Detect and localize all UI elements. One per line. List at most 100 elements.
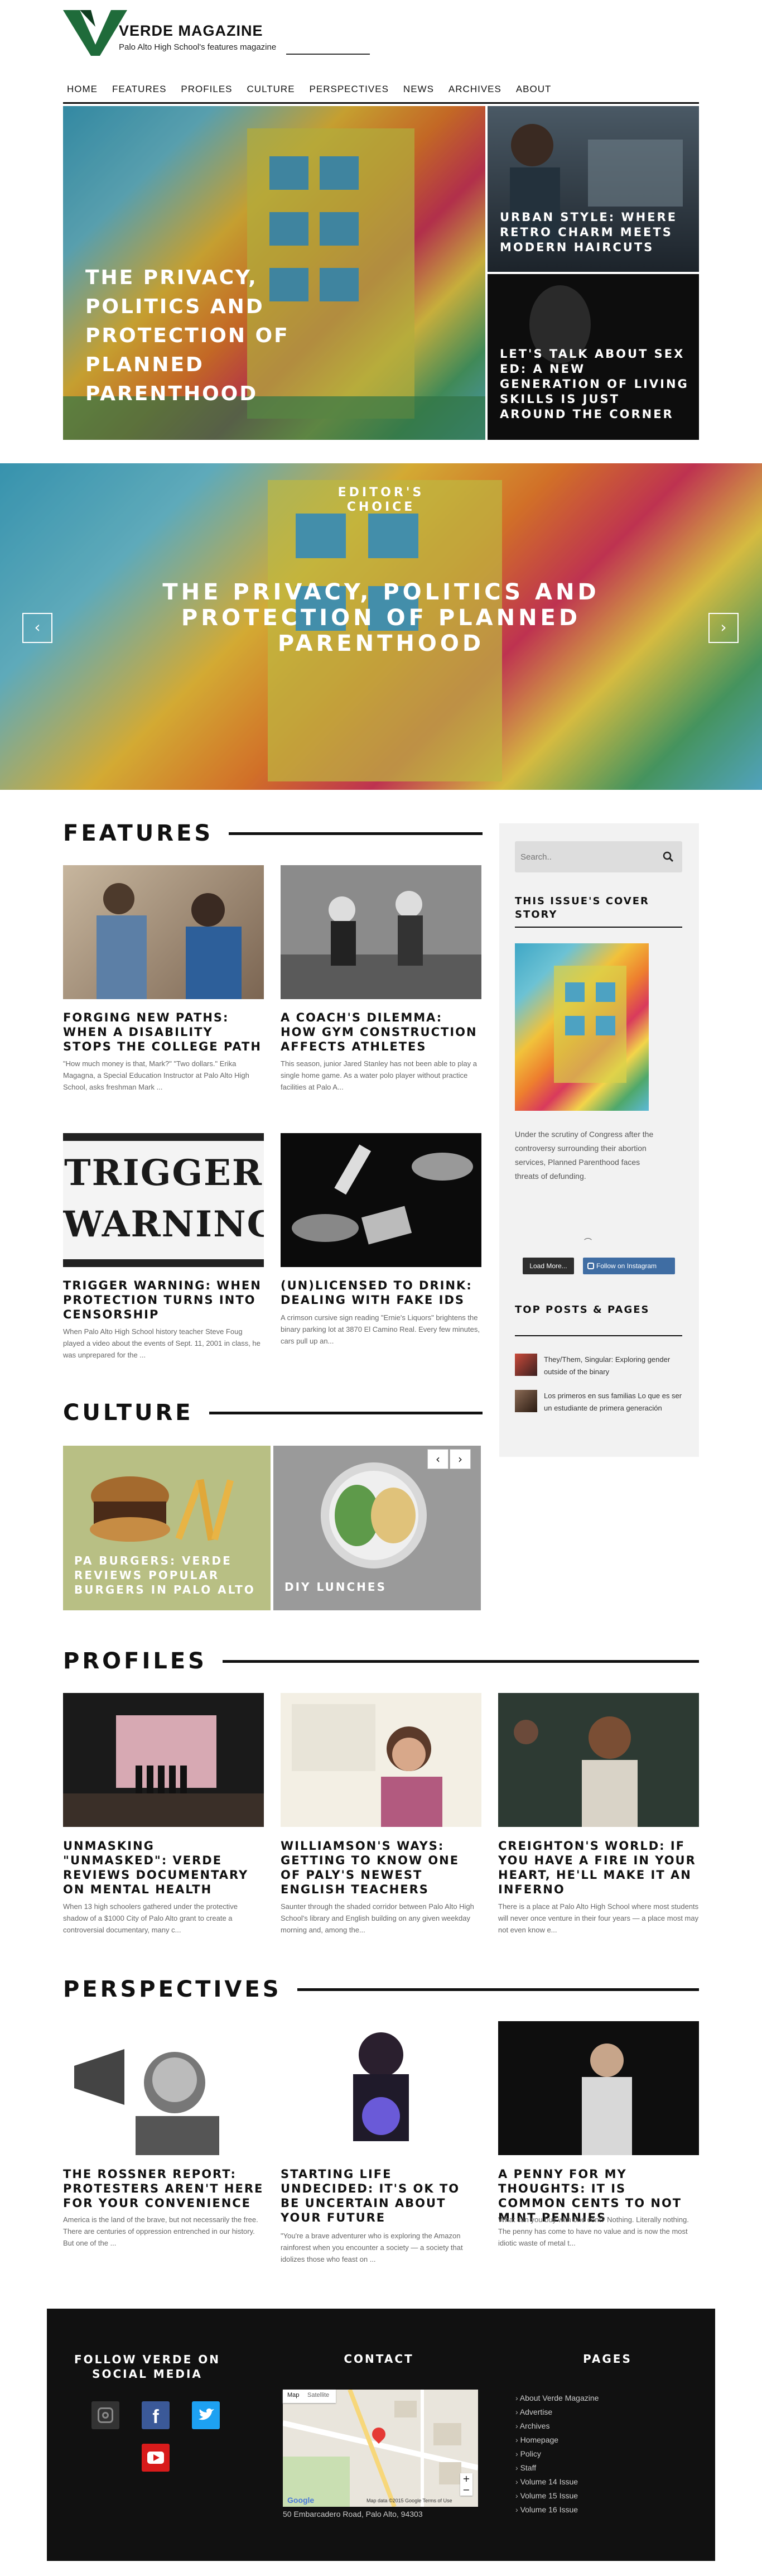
profile-title-2[interactable]: WILLIAMSON'S WAYS: GETTING TO KNOW ONE O… — [281, 1839, 481, 1897]
footer-page-link[interactable]: Archives — [515, 2419, 660, 2433]
hero-main-title[interactable]: THE PRIVACY, POLITICS AND PROTECTION OF … — [85, 263, 320, 409]
perspective-excerpt-1: America is the land of the brave, but no… — [63, 2215, 258, 2247]
culture-card-1[interactable]: PA BURGERS: VERDE REVIEWS POPULAR BURGER… — [63, 1446, 271, 1610]
search-input[interactable] — [520, 847, 654, 867]
top-post-link-1[interactable]: They/Them, Singular: Exploring gender ou… — [544, 1354, 683, 1378]
cover-image[interactable] — [515, 943, 649, 1111]
culture-title-1[interactable]: PA BURGERS: VERDE REVIEWS POPULAR BURGER… — [74, 1553, 264, 1597]
football-image — [281, 891, 481, 999]
map-zoom-control[interactable]: + − — [460, 2473, 472, 2496]
top-post-thumb-1[interactable] — [515, 1354, 537, 1376]
map-canvas — [283, 2390, 478, 2507]
culture-heading: CULTURE — [63, 1400, 483, 1426]
top-post-link-2[interactable]: Los primeros en sus familias Lo que es s… — [544, 1390, 683, 1414]
footer-page-link[interactable]: Homepage — [515, 2433, 660, 2447]
feature-excerpt-3: When Palo Alto High School history teach… — [63, 1327, 261, 1359]
hero-side-card-2[interactable]: LET'S TALK ABOUT SEX ED: A NEW GENERATIO… — [488, 274, 699, 440]
instagram-icon[interactable] — [91, 2401, 119, 2429]
footer-page-link[interactable]: Staff — [515, 2461, 660, 2475]
verde-logo[interactable] — [63, 10, 127, 56]
trigger-word-2: WARNING — [63, 1203, 264, 1245]
perspective-title-2[interactable]: STARTING LIFE UNDECIDED: IT'S OK TO BE U… — [281, 2167, 481, 2225]
nav-culture[interactable]: CULTURE — [247, 84, 295, 95]
culture-next-icon[interactable]: › — [450, 1449, 471, 1469]
profile-title-1[interactable]: UNMASKING "UNMASKED": VERDE REVIEWS DOCU… — [63, 1839, 264, 1897]
culture-title-2[interactable]: DIY LUNCHES — [284, 1580, 474, 1594]
feature-excerpt-1: "How much money is that, Mark?" "Two dol… — [63, 1059, 249, 1091]
nav-archives[interactable]: ARCHIVES — [448, 84, 501, 95]
twitter-icon[interactable] — [192, 2401, 220, 2429]
top-posts-heading: TOP POSTS & PAGES — [515, 1304, 650, 1316]
profiles-heading: PROFILES — [63, 1648, 699, 1674]
feature-excerpt-4: A crimson cursive sign reading "Ernie's … — [281, 1313, 480, 1345]
feature-title-2[interactable]: A COACH'S DILEMMA: HOW GYM CONSTRUCTION … — [281, 1010, 481, 1054]
trigger-word-1: TRIGGER — [64, 1152, 263, 1194]
footer-follow-heading: FOLLOW VERDE ON SOCIAL MEDIA — [74, 2353, 220, 2381]
follow-instagram-label: Follow on Instagram — [596, 1262, 657, 1270]
profile-excerpt-2: Saunter through the shaded corridor betw… — [281, 1902, 474, 1934]
sidebar-search[interactable] — [515, 841, 682, 872]
feature-image-3[interactable]: TRIGGER WARNING — [63, 1133, 264, 1267]
nav-home[interactable]: HOME — [67, 84, 98, 95]
teacher-image — [292, 1704, 442, 1827]
satellite-tab[interactable]: Satellite — [307, 2392, 329, 2398]
footer-page-link[interactable]: Advertise — [515, 2405, 660, 2419]
search-icon[interactable] — [663, 851, 674, 862]
nav-perspectives[interactable]: PERSPECTIVES — [310, 84, 389, 95]
perspective-excerpt-3: What can you buy with one cent? Nothing.… — [498, 2215, 689, 2247]
slider-next-icon[interactable]: › — [708, 613, 739, 643]
cover-story-text: Under the scrutiny of Congress after the… — [515, 1130, 654, 1181]
hero-side-title-2[interactable]: LET'S TALK ABOUT SEX ED: A NEW GENERATIO… — [500, 347, 689, 422]
nav-about[interactable]: ABOUT — [516, 84, 552, 95]
feature-image-4[interactable] — [281, 1133, 481, 1267]
nav-features[interactable]: FEATURES — [112, 84, 166, 95]
map-tab[interactable]: Map — [287, 2392, 299, 2398]
top-posts-rule — [515, 1335, 682, 1336]
slider-title[interactable]: THE PRIVACY, POLITICS AND PROTECTION OF … — [130, 579, 632, 656]
instagram-icon — [587, 1263, 594, 1269]
nav-news[interactable]: NEWS — [403, 84, 434, 95]
features-heading: FEATURES — [63, 821, 483, 846]
hero-side-title-1[interactable]: URBAN STYLE: WHERE RETRO CHARM MEETS MOD… — [500, 210, 689, 255]
footer-page-link[interactable]: Volume 16 Issue — [515, 2503, 660, 2517]
fake-id-image — [292, 1144, 473, 1245]
profile-image-2[interactable] — [281, 1693, 481, 1827]
footer-pages-heading: PAGES — [583, 2352, 632, 2366]
stage-image — [63, 1715, 264, 1827]
footer-page-link[interactable]: Volume 15 Issue — [515, 2489, 660, 2503]
feature-image-2[interactable] — [281, 865, 481, 999]
culture-prev-icon[interactable]: ‹ — [427, 1449, 448, 1469]
footer-page-link[interactable]: Policy — [515, 2447, 660, 2461]
editors-choice-slider: EDITOR'S CHOICE THE PRIVACY, POLITICS AN… — [0, 463, 762, 790]
perspective-image-3[interactable] — [498, 2021, 699, 2155]
top-post-thumb-2[interactable] — [515, 1390, 537, 1412]
nav-profiles[interactable]: PROFILES — [181, 84, 232, 95]
facebook-icon[interactable]: f — [142, 2401, 170, 2429]
profile-image-3[interactable] — [498, 1693, 699, 1827]
footer-page-link[interactable]: Volume 14 Issue — [515, 2475, 660, 2489]
footer-page-link[interactable]: About Verde Magazine — [515, 2391, 660, 2405]
feature-title-4[interactable]: (UN)LICENSED TO DRINK: DEALING WITH FAKE… — [281, 1278, 481, 1307]
site-title[interactable]: VERDE MAGAZINE — [119, 22, 263, 40]
feature-title-1[interactable]: FORGING NEW PATHS: WHEN A DISABILITY STO… — [63, 1010, 264, 1054]
feature-image-1[interactable] — [63, 865, 264, 999]
heading-rule — [222, 1659, 699, 1663]
page: VERDE MAGAZINE Palo Alto High School's f… — [0, 0, 762, 2576]
profile-title-3[interactable]: CREIGHTON'S WORLD: IF YOU HAVE A FIRE IN… — [498, 1839, 699, 1897]
megaphone-image — [74, 2049, 219, 2155]
slider-prev-icon[interactable]: ‹ — [22, 613, 52, 643]
feature-title-3[interactable]: TRIGGER WARNING: WHEN PROTECTION TURNS I… — [63, 1278, 264, 1322]
load-more-button[interactable]: Load More... — [523, 1258, 574, 1274]
contact-map[interactable]: Map Satellite + − Google Map data ©2015 G… — [283, 2390, 478, 2507]
perspective-image-1[interactable] — [63, 2021, 264, 2155]
profile-image-1[interactable] — [63, 1693, 264, 1827]
hero-side-card-1[interactable]: URBAN STYLE: WHERE RETRO CHARM MEETS MOD… — [488, 106, 699, 272]
youtube-icon[interactable] — [142, 2444, 170, 2472]
culture-card-2[interactable]: DIY LUNCHES ‹ › — [273, 1446, 481, 1610]
perspective-image-2[interactable] — [281, 2021, 481, 2155]
editors-choice-label: EDITOR'S CHOICE — [337, 486, 425, 514]
cover-heading-rule — [515, 927, 682, 928]
perspective-title-1[interactable]: THE ROSSNER REPORT: PROTESTERS AREN'T HE… — [63, 2167, 264, 2210]
hero-main-card[interactable]: THE PRIVACY, POLITICS AND PROTECTION OF … — [63, 106, 485, 440]
follow-instagram-button[interactable]: Follow on Instagram — [583, 1258, 675, 1274]
